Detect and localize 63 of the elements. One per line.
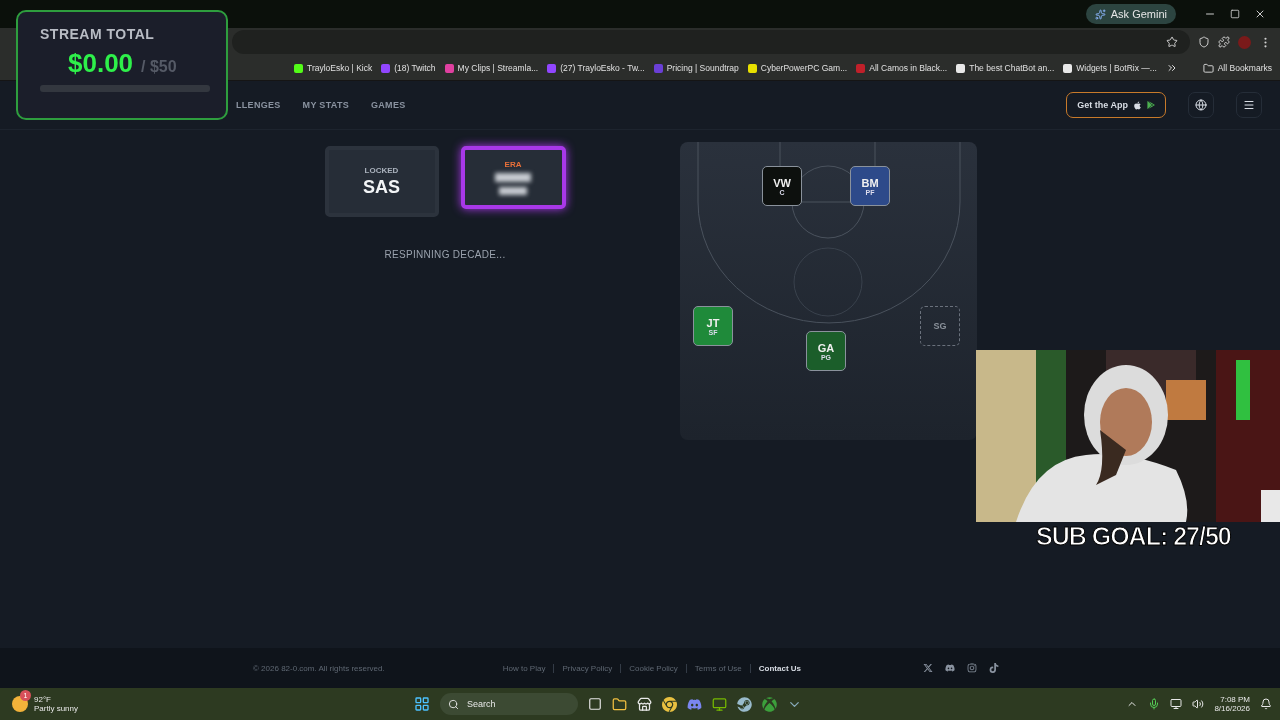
copyright-text: © 2026 82-0.com. All rights reserved. <box>253 663 385 673</box>
chevrons-icon[interactable] <box>1165 62 1178 74</box>
taskbar-search[interactable]: Search <box>440 693 579 715</box>
bookmark[interactable]: Widgets | BotRix —... <box>1063 63 1157 73</box>
bookmark[interactable]: CyberPowerPC Gam... <box>747 63 848 73</box>
discord-icon[interactable] <box>945 663 956 673</box>
puzzle-icon[interactable] <box>1218 36 1230 48</box>
nav-link[interactable]: MY STATS <box>302 100 349 110</box>
restore-icon[interactable] <box>1230 9 1240 19</box>
play-store-icon <box>1147 101 1155 109</box>
temperature-text: 92°F <box>34 695 52 704</box>
weather-condition: Partly sunny <box>34 704 79 713</box>
volume-icon[interactable] <box>1192 698 1205 710</box>
empty-slot[interactable]: SG <box>920 306 960 346</box>
instagram-icon[interactable] <box>967 663 978 673</box>
ask-gemini-button[interactable]: Ask Gemini <box>1085 4 1176 24</box>
panel-title: STREAM TOTAL <box>40 26 155 42</box>
star-icon[interactable] <box>1166 36 1178 48</box>
card-label: LOCKED <box>364 165 399 175</box>
windows-icon[interactable] <box>414 696 431 712</box>
x-icon[interactable] <box>923 663 934 673</box>
bell-icon[interactable] <box>1260 698 1272 710</box>
apple-icon <box>1133 100 1142 110</box>
bookmark[interactable]: (18) Twitch <box>381 63 436 73</box>
folder-icon[interactable] <box>612 696 628 712</box>
microphone-icon[interactable] <box>1148 698 1161 710</box>
sparkle-icon <box>1094 8 1106 20</box>
clock-time[interactable]: 7:08 PM <box>1220 695 1250 704</box>
footer-link[interactable]: Contact Us <box>758 663 802 673</box>
discord-icon[interactable] <box>687 696 703 712</box>
close-icon[interactable] <box>1254 8 1266 20</box>
donation-amount: $0.00 <box>68 48 134 79</box>
bookmark[interactable]: The best ChatBot an... <box>956 63 1055 73</box>
globe-icon <box>1195 99 1207 111</box>
bookmark[interactable]: (27) TrayloEsko - Tw... <box>547 63 645 73</box>
get-app-button[interactable]: Get the App <box>1066 92 1166 118</box>
bookmark[interactable]: TrayloEsko | Kick <box>294 63 373 73</box>
task-view-icon[interactable] <box>588 697 603 711</box>
bookmark[interactable]: All Camos in Black... <box>856 63 948 73</box>
folder-icon <box>1202 62 1214 74</box>
weather-icon[interactable] <box>12 696 28 712</box>
status-text: RESPINNING DECADE... <box>384 249 506 260</box>
donation-goal: / $50 <box>141 58 177 76</box>
search-icon <box>448 698 460 710</box>
language-button[interactable] <box>1188 92 1214 118</box>
bookmark[interactable]: My Clips | Streamla... <box>444 63 539 73</box>
card-value: SAS <box>363 176 400 198</box>
bookmark[interactable]: Pricing | Soundtrap <box>653 63 739 73</box>
store-icon[interactable] <box>637 696 653 712</box>
tiktok-icon[interactable] <box>989 663 1000 673</box>
menu-icon <box>1243 99 1255 111</box>
sub-goal-text: SUB GOAL: 27/50 <box>1036 522 1231 551</box>
menu-button[interactable] <box>1236 92 1262 118</box>
all-bookmarks[interactable]: All Bookmarks <box>1202 62 1272 74</box>
clock-date[interactable]: 8/16/2026 <box>1214 704 1250 713</box>
chrome-icon[interactable] <box>662 696 678 712</box>
nav-link[interactable]: LLENGES <box>236 100 281 110</box>
extension-icon[interactable] <box>1198 36 1210 48</box>
steam-icon[interactable] <box>737 696 753 712</box>
card-label: ERA <box>504 160 522 169</box>
xbox-icon[interactable] <box>762 696 778 712</box>
network-icon[interactable] <box>1170 698 1183 710</box>
nav-link[interactable]: GAMES <box>371 100 406 110</box>
